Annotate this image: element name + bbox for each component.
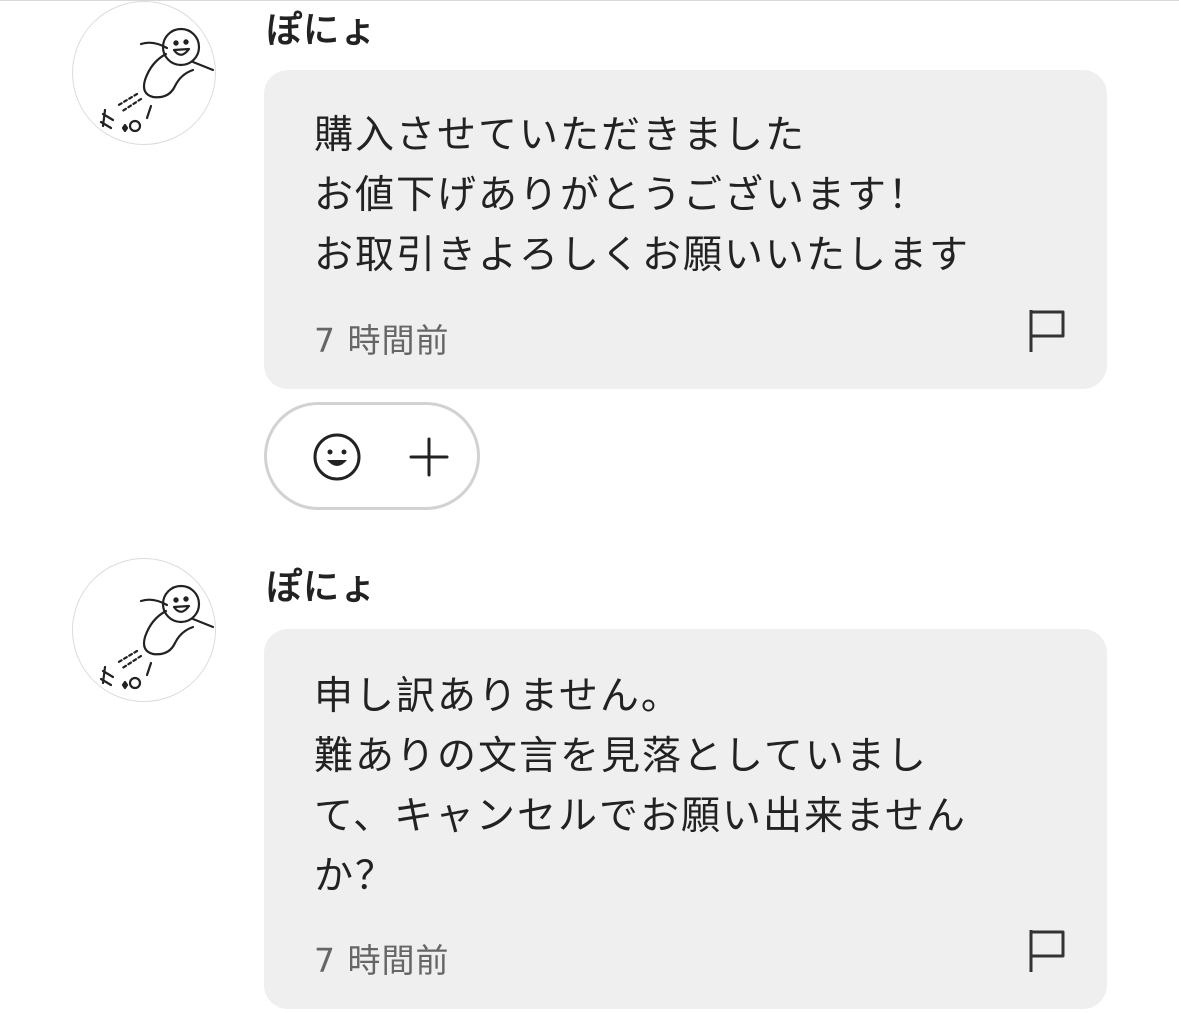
flag-icon [1029, 310, 1065, 352]
username: ぽにょ [266, 567, 378, 608]
message-line: 難ありの文言を見落としていまし [314, 734, 928, 779]
flag-icon [1029, 930, 1065, 972]
plus-icon [407, 435, 451, 479]
message-thread: ぽにょ 購入させていただきました お値下げありがとうございます！ お取引きよろし… [0, 0, 1179, 1013]
message-text: 申し訳ありません。 難ありの文言を見落としていまし て、キャンセルでお願い出来ま… [314, 667, 967, 907]
timestamp: 7 時間前 [314, 321, 450, 360]
message-line: 購入させていただきました [314, 113, 807, 158]
avatar-character-icon [99, 584, 215, 690]
timestamp: 7 時間前 [314, 941, 450, 980]
message-bubble: 申し訳ありません。 難ありの文言を見落としていまし て、キャンセルでお願い出来ま… [264, 629, 1107, 1009]
username: ぽにょ [266, 10, 378, 51]
message-line: て、キャンセルでお願い出来ません [314, 794, 967, 839]
message-text: 購入させていただきました お値下げありがとうございます！ お取引きよろしくお願い… [314, 106, 970, 286]
add-reaction-button[interactable] [264, 402, 480, 510]
message-bubble: 購入させていただきました お値下げありがとうございます！ お取引きよろしくお願い… [264, 70, 1107, 389]
avatar[interactable] [72, 558, 216, 702]
message-line: 申し訳ありません。 [314, 674, 682, 719]
avatar[interactable] [72, 1, 216, 145]
report-flag-button[interactable] [1025, 926, 1069, 974]
avatar-character-icon [99, 27, 215, 133]
message-line: お値下げありがとうございます！ [314, 173, 930, 218]
message-line: お取引きよろしくお願いいたします [314, 233, 971, 278]
smiley-face-icon [312, 432, 362, 482]
report-flag-button[interactable] [1025, 306, 1069, 354]
message-line: か？ [314, 854, 397, 899]
